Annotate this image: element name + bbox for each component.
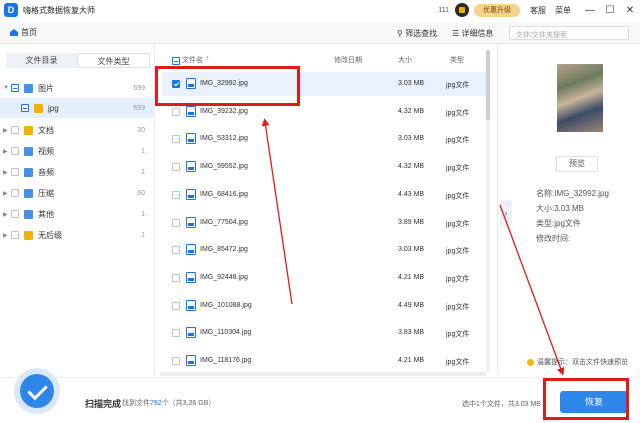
arrow-to-file bbox=[261, 118, 293, 305]
arrow-to-recover bbox=[499, 204, 565, 376]
annotation-arrows bbox=[261, 118, 565, 376]
